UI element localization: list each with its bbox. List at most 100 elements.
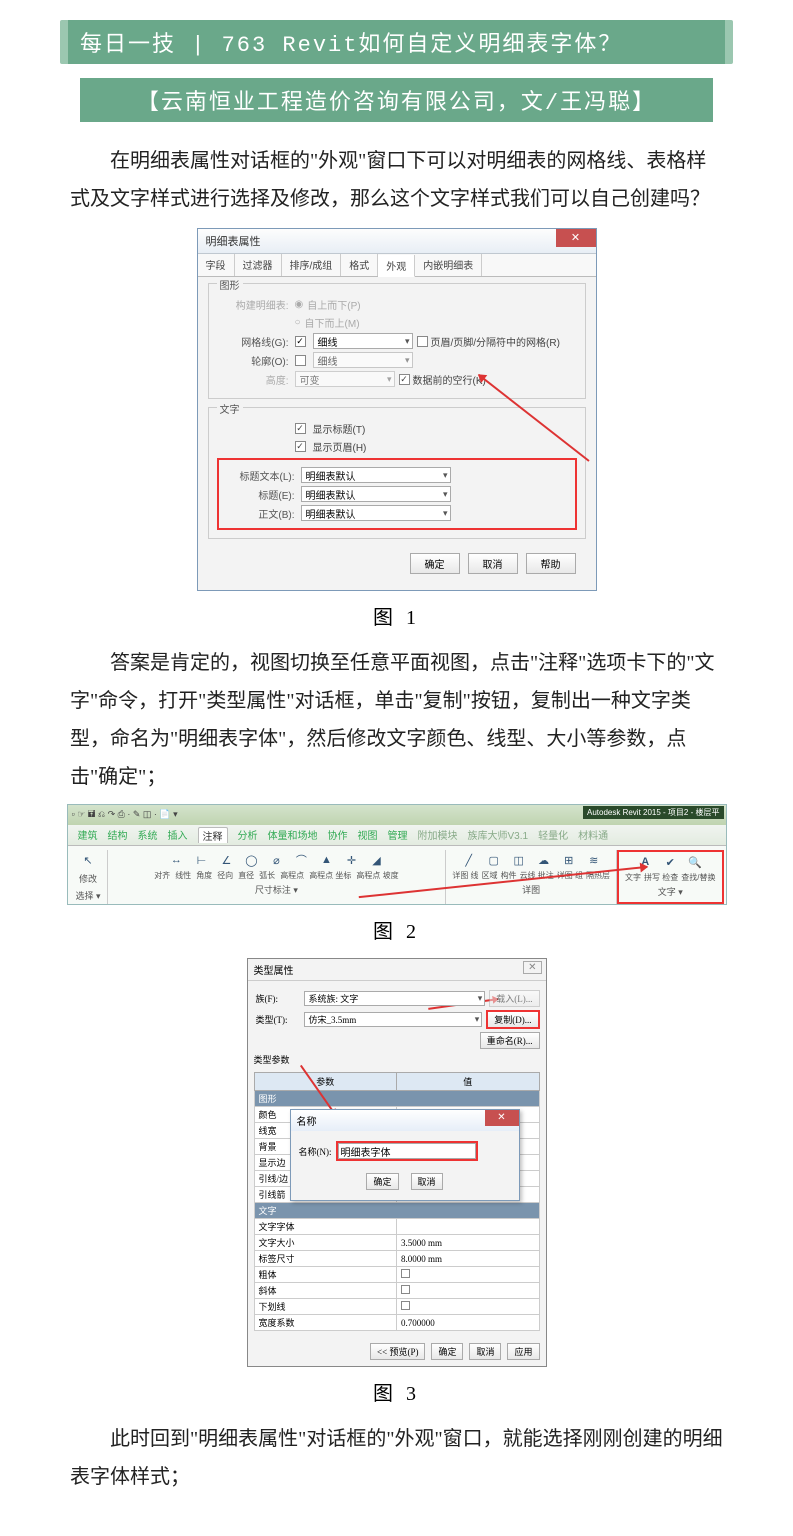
popup-cancel-button[interactable]: 取消 [411, 1173, 443, 1190]
ok-button[interactable]: 确定 [410, 553, 460, 574]
angular-dim-icon[interactable]: ∠ [216, 850, 236, 870]
height-label: 高度: [217, 372, 295, 387]
align-dim-icon[interactable]: ↔ [166, 850, 186, 870]
text-panel-label: 文字 ▾ [658, 885, 683, 900]
tab-famlib[interactable]: 族库大师V3.1 [468, 827, 529, 843]
tab-sort[interactable]: 排序/成组 [282, 254, 342, 276]
spellcheck-icon[interactable]: ✔ [660, 852, 680, 872]
panel-dimension: ↔ ⊢ ∠ ◯ ⌀ ⌒ ▲ ✛ ◢ 对齐 线性 角度 径向 直径 弧长 高程点 … [108, 850, 447, 904]
modify-icon[interactable]: ↖ [78, 850, 98, 870]
spot-coord-icon[interactable]: ✛ [341, 850, 361, 870]
group-icon[interactable]: ⊞ [559, 850, 579, 870]
tab-format[interactable]: 格式 [341, 254, 378, 276]
linear-dim-icon[interactable]: ⊢ [191, 850, 211, 870]
close-icon[interactable]: ✕ [485, 1110, 519, 1126]
header-text-combo[interactable]: 明细表默认 [301, 486, 451, 502]
title-text-combo[interactable]: 明细表默认 [301, 467, 451, 483]
dim-panel-label: 尺寸标注 ▾ [255, 883, 298, 898]
cancel-button[interactable]: 取消 [468, 553, 518, 574]
outline-checkbox[interactable] [295, 355, 306, 366]
figure-3-caption: 图 3 [0, 1377, 793, 1406]
tab-light[interactable]: 轻量化 [538, 827, 568, 843]
tab-embed[interactable]: 内嵌明细表 [415, 254, 482, 276]
detail-line-icon[interactable]: ╱ [459, 850, 479, 870]
type-props-dialog: 类型属性 ✕ 族(F): 系统族: 文字 载入(L)... 类型(T): 仿宋_… [247, 958, 547, 1367]
duplicate-button[interactable]: 复制(D)... [486, 1010, 539, 1029]
lbl: 线性 [175, 870, 191, 881]
findreplace-icon[interactable]: 🔍 [685, 852, 705, 872]
grid-hf-checkbox[interactable] [417, 336, 428, 347]
tab-struct[interactable]: 结构 [108, 827, 128, 843]
show-header-checkbox[interactable]: ✓ [295, 441, 306, 452]
tab-analyze[interactable]: 分析 [238, 827, 258, 843]
tab-mat[interactable]: 材料通 [578, 827, 608, 843]
panel-select: ↖ 修改 选择 ▾ [70, 850, 108, 904]
show-title-checkbox[interactable]: ✓ [295, 423, 306, 434]
header-text-label: 标题(E): [223, 487, 301, 502]
figure-1-caption: 图 1 [0, 601, 793, 630]
preview-button[interactable]: << 预览(P) [370, 1343, 425, 1360]
type-combo[interactable]: 仿宋_3.5mm [304, 1012, 483, 1027]
tab-view[interactable]: 视图 [358, 827, 378, 843]
tab-sys[interactable]: 系统 [138, 827, 158, 843]
component-icon[interactable]: ◫ [509, 850, 529, 870]
tab-manage[interactable]: 管理 [388, 827, 408, 843]
underline-checkbox[interactable] [401, 1301, 410, 1310]
paragraph-2: 答案是肯定的，视图切换至任意平面视图，点击"注释"选项卡下的"文字"命令，打开"… [70, 644, 723, 796]
lbl: 查找/替换 [681, 872, 715, 883]
dialog-tabs: 字段 过滤器 排序/成组 格式 外观 内嵌明细表 [198, 254, 596, 277]
app-title: Autodesk Revit 2015 - 项目2 - 楼层平 [583, 806, 724, 819]
ok-button[interactable]: 确定 [431, 1343, 463, 1360]
popup-ok-button[interactable]: 确定 [366, 1173, 398, 1190]
spot-elev-icon[interactable]: ▲ [316, 850, 336, 870]
tab-fields[interactable]: 字段 [198, 254, 235, 276]
outline-combo[interactable]: 细线 [313, 352, 413, 368]
region-icon[interactable]: ▢ [484, 850, 504, 870]
paragraph-3: 此时回到"明细表属性"对话框的"外观"窗口，就能选择刚刚创建的明细表字体样式； [70, 1420, 723, 1496]
popup-name-input[interactable] [338, 1143, 476, 1159]
v-tab[interactable]: 8.0000 mm [397, 1251, 540, 1267]
insulation-icon[interactable]: ≋ [584, 850, 604, 870]
cloud-icon[interactable]: ☁ [534, 850, 554, 870]
body-text-combo[interactable]: 明细表默认 [301, 505, 451, 521]
gridlines-checkbox[interactable]: ✓ [295, 336, 306, 347]
p-under: 下划线 [254, 1299, 397, 1315]
rename-button[interactable]: 重命名(R)... [480, 1032, 540, 1049]
tab-appearance[interactable]: 外观 [378, 255, 415, 277]
dialog-titlebar: 明细表属性 ✕ [198, 229, 596, 254]
italic-checkbox[interactable] [401, 1285, 410, 1294]
help-button[interactable]: 帮助 [526, 553, 576, 574]
radio-bottomup: 自下而上(M) [305, 315, 360, 330]
lbl: 文字 [625, 872, 641, 883]
p-wf: 宽度系数 [254, 1315, 397, 1331]
p-tab: 标签尺寸 [254, 1251, 397, 1267]
apply-button[interactable]: 应用 [507, 1343, 539, 1360]
diameter-dim-icon[interactable]: ⌀ [266, 850, 286, 870]
cancel-button[interactable]: 取消 [469, 1343, 501, 1360]
arc-dim-icon[interactable]: ⌒ [291, 850, 311, 870]
cat-graphic: 图形 [254, 1091, 539, 1107]
family-combo[interactable]: 系统族: 文字 [304, 991, 486, 1006]
popup-name-label: 名称(N): [299, 1145, 332, 1158]
radial-dim-icon[interactable]: ◯ [241, 850, 261, 870]
close-icon[interactable]: ✕ [523, 961, 541, 974]
v-wf[interactable]: 0.700000 [397, 1315, 540, 1331]
tab-annotate[interactable]: 注释 [198, 827, 228, 843]
close-icon[interactable]: ✕ [556, 229, 596, 247]
tab-mass[interactable]: 体量和场地 [268, 827, 318, 843]
tab-insert[interactable]: 插入 [168, 827, 188, 843]
show-header-label: 显示页眉(H) [313, 439, 367, 454]
bold-checkbox[interactable] [401, 1269, 410, 1278]
v-size[interactable]: 3.5000 mm [397, 1235, 540, 1251]
tab-addin[interactable]: 附加模块 [418, 827, 458, 843]
tab-collab[interactable]: 协作 [328, 827, 348, 843]
blankrow-checkbox[interactable]: ✓ [399, 374, 410, 385]
p-font: 文字字体 [254, 1219, 397, 1235]
select-panel-label: 选择 ▾ [76, 889, 101, 904]
p-italic: 斜体 [254, 1283, 397, 1299]
gridlines-combo[interactable]: 细线 [313, 333, 413, 349]
tab-filter[interactable]: 过滤器 [235, 254, 282, 276]
outline-label: 轮廓(O): [217, 353, 295, 368]
tab-arch[interactable]: 建筑 [78, 827, 98, 843]
spot-slope-icon[interactable]: ◢ [366, 850, 386, 870]
